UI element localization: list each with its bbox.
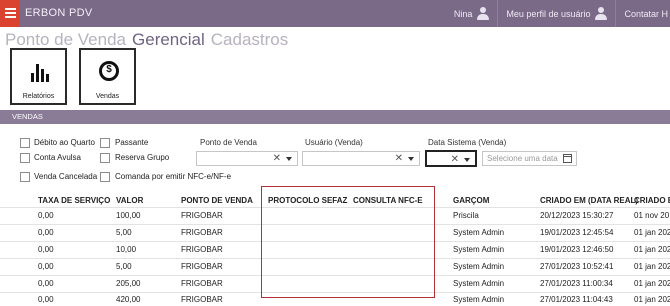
reserva-grupo-label: Reserva Grupo [115, 153, 170, 162]
profile-link-label: Meu perfil de usuário [506, 8, 591, 19]
hamburger-menu-button[interactable] [0, 0, 20, 27]
reserva-grupo-checkbox[interactable] [100, 153, 110, 163]
highlight-box [261, 186, 435, 298]
cell-criado-real: 27/01/2023 11:00:34 [540, 279, 613, 288]
cell-garcom: System Admin [453, 295, 505, 304]
relatorios-tile[interactable]: Relatórios [10, 48, 67, 105]
cell-garcom: Priscila [453, 211, 479, 220]
tab-gerencial[interactable]: Gerencial [132, 30, 205, 49]
ponto-venda-select[interactable]: ✕ [196, 151, 298, 166]
conta-avulsa-label: Conta Avulsa [34, 153, 81, 162]
relatorios-label: Relatórios [22, 93, 55, 100]
cell-valor: 100,00 [116, 211, 141, 220]
dollar-coin-icon: $ [99, 61, 119, 81]
contact-link[interactable]: Contatar H [616, 0, 670, 27]
col-ponto-venda[interactable]: PONTO DE VENDA [181, 196, 253, 205]
cell-criado: 01 jan 202 [634, 279, 670, 288]
date-picker-input[interactable]: Selecione uma data [482, 151, 577, 166]
debito-quarto-checkbox[interactable] [20, 138, 30, 148]
profile-link[interactable]: Meu perfil de usuário [498, 0, 615, 27]
cell-criado-real: 19/01/2023 12:45:54 [540, 228, 614, 237]
cell-garcom: System Admin [453, 262, 505, 271]
cell-taxa: 0,00 [38, 295, 54, 304]
cell-criado-real: 19/01/2023 12:46:50 [540, 245, 614, 254]
col-taxa-servico[interactable]: TAXA DE SERVIÇO [38, 196, 110, 205]
user-menu[interactable]: Nina [446, 0, 498, 27]
data-sistema-select[interactable]: ✕ [425, 150, 477, 167]
chevron-down-icon [464, 158, 470, 162]
contact-link-label: Contatar H [624, 8, 668, 19]
usuario-select[interactable]: ✕ [302, 151, 420, 166]
cell-ponto-venda: FRIGOBAR [181, 295, 223, 304]
data-sistema-filter-label: Data Sistema (Venda) [428, 138, 507, 147]
cell-taxa: 0,00 [38, 279, 54, 288]
cell-taxa: 0,00 [38, 228, 54, 237]
user-icon [477, 6, 490, 21]
clear-icon[interactable]: ✕ [395, 153, 403, 165]
section-bar [0, 110, 670, 124]
clear-icon[interactable]: ✕ [451, 154, 459, 166]
cell-ponto-venda: FRIGOBAR [181, 211, 223, 220]
section-title: VENDAS [12, 112, 43, 121]
cell-taxa: 0,00 [38, 262, 54, 271]
vendas-tile[interactable]: $ Vendas [79, 48, 136, 105]
cell-ponto-venda: FRIGOBAR [181, 245, 223, 254]
cell-valor: 5,00 [116, 228, 132, 237]
cell-criado-real: 20/12/2023 15:30:27 [540, 211, 614, 220]
debito-quarto-label: Débito ao Quarto [34, 138, 95, 147]
cell-garcom: System Admin [453, 245, 505, 254]
passante-label: Passante [115, 138, 149, 147]
top-right-nav: Nina Meu perfil de usuário Contatar H [446, 0, 670, 27]
col-criado-em[interactable]: CRIADO E [634, 196, 670, 205]
ponto-venda-filter-label: Ponto de Venda [200, 138, 257, 147]
tab-cadastros[interactable]: Cadastros [211, 30, 288, 49]
tab-ponto-de-venda[interactable]: Ponto de Venda [5, 30, 126, 49]
cell-criado: 01 jan 202 [634, 228, 670, 237]
cell-criado-real: 27/01/2023 10:52:41 [540, 262, 614, 271]
venda-cancelada-checkbox[interactable] [20, 172, 30, 182]
cell-valor: 420,00 [116, 295, 141, 304]
cell-valor: 5,00 [116, 262, 132, 271]
cell-criado: 01 nov 20 [634, 211, 670, 220]
cell-taxa: 0,00 [38, 245, 54, 254]
conta-avulsa-checkbox[interactable] [20, 153, 30, 163]
calendar-icon[interactable] [563, 154, 572, 163]
cell-criado: 01 jan 202 [634, 262, 670, 271]
cell-criado-real: 27/01/2023 11:04:43 [540, 295, 613, 304]
user-profile-icon [595, 6, 608, 21]
bar-chart-icon [31, 64, 53, 82]
app-title: ERBON PDV [25, 7, 93, 19]
cell-criado: 01 jan 202 [634, 245, 670, 254]
comanda-nfce-checkbox[interactable] [100, 172, 110, 182]
comanda-nfce-label: Comanda por emitir NFC-e/NF-e [115, 172, 232, 181]
venda-cancelada-label: Venda Cancelada [34, 172, 98, 181]
cell-garcom: System Admin [453, 279, 505, 288]
module-tabs: Ponto de Venda Gerencial Cadastros [5, 30, 294, 50]
date-placeholder: Selecione uma data [487, 154, 558, 163]
cell-valor: 10,00 [116, 245, 137, 254]
cell-ponto-venda: FRIGOBAR [181, 279, 223, 288]
cell-criado: 01 jan 202 [634, 295, 670, 304]
usuario-filter-label: Usuário (Venda) [305, 138, 363, 147]
chevron-down-icon [408, 157, 414, 161]
col-garcom[interactable]: GARÇOM [453, 196, 489, 205]
cell-ponto-venda: FRIGOBAR [181, 228, 223, 237]
cell-valor: 205,00 [116, 279, 141, 288]
cell-taxa: 0,00 [38, 211, 54, 220]
col-valor[interactable]: VALOR [116, 196, 143, 205]
cell-garcom: System Admin [453, 228, 505, 237]
vendas-label: Vendas [95, 93, 120, 100]
user-name: Nina [453, 8, 473, 19]
passante-checkbox[interactable] [100, 138, 110, 148]
clear-icon[interactable]: ✕ [273, 153, 281, 165]
col-criado-em-real[interactable]: CRIADO EM (DATA REAL) [540, 196, 638, 205]
cell-ponto-venda: FRIGOBAR [181, 262, 223, 271]
chevron-down-icon [286, 157, 292, 161]
